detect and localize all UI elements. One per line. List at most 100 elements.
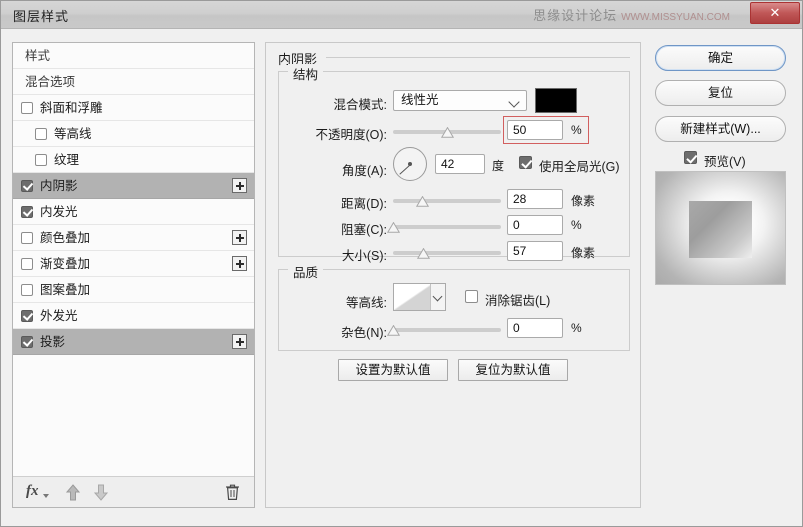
watermark-text: 思缘设计论坛 xyxy=(533,8,618,23)
style-list-item-label: 混合选项 xyxy=(25,75,76,89)
distance-input[interactable]: 28 xyxy=(507,189,563,209)
reset-button[interactable]: 复位 xyxy=(655,80,786,106)
styles-panel: 样式 混合选项 斜面和浮雕 等高线 纹理 内阴影 内发光 颜色叠加 渐变叠加 图案叠加 外发光 投影 … xyxy=(12,42,255,508)
shadow-color-swatch[interactable] xyxy=(535,88,577,113)
blend-mode-select[interactable]: 线性光 xyxy=(393,90,527,111)
angle-input[interactable]: 42 xyxy=(435,154,485,174)
close-icon[interactable]: ✕ xyxy=(750,2,800,24)
add-effect-icon[interactable] xyxy=(232,256,247,271)
style-enable-checkbox[interactable] xyxy=(35,154,47,166)
style-list-item-label: 图案叠加 xyxy=(40,283,91,297)
choke-label: 阻塞(C): xyxy=(341,223,387,237)
style-list-item-label: 等高线 xyxy=(54,127,92,141)
style-list-item[interactable]: 投影 xyxy=(13,329,254,355)
choke-slider-thumb[interactable] xyxy=(386,221,401,233)
ok-button[interactable]: 确定 xyxy=(655,45,786,71)
style-list-item[interactable]: 斜面和浮雕 xyxy=(13,95,254,121)
style-enable-checkbox[interactable] xyxy=(21,258,33,270)
opacity-input[interactable]: 50 xyxy=(507,120,563,140)
size-slider-thumb[interactable] xyxy=(417,247,431,259)
preview-square xyxy=(689,201,752,258)
style-enable-checkbox[interactable] xyxy=(35,128,47,140)
contour-dropdown-arrow[interactable] xyxy=(430,284,445,310)
style-enable-checkbox[interactable] xyxy=(21,310,33,322)
add-effect-icon[interactable] xyxy=(232,178,247,193)
style-list-item-label: 斜面和浮雕 xyxy=(40,101,103,115)
preview-checkbox[interactable] xyxy=(684,151,697,164)
opacity-slider[interactable] xyxy=(393,125,501,139)
noise-input[interactable]: 0 xyxy=(507,318,563,338)
styles-list[interactable]: 样式混合选项斜面和浮雕等高线纹理 内阴影内发光颜色叠加渐变叠加图案叠加外发光投影 xyxy=(13,43,254,476)
style-list-item[interactable]: 图案叠加 xyxy=(13,277,254,303)
style-enable-checkbox[interactable] xyxy=(21,336,33,348)
watermark-url: WWW.MISSYUAN.COM xyxy=(621,12,730,23)
add-effect-icon[interactable] xyxy=(232,334,247,349)
anti-alias-checkbox[interactable] xyxy=(465,290,478,303)
size-input[interactable]: 57 xyxy=(507,241,563,261)
angle-label: 角度(A): xyxy=(341,164,387,178)
distance-label: 距离(D): xyxy=(341,197,387,211)
layer-style-dialog: 图层样式 思缘设计论坛 WWW.MISSYUAN.COM ✕ 样式混合选项斜面和浮… xyxy=(0,0,803,527)
watermark: 思缘设计论坛 WWW.MISSYUAN.COM xyxy=(533,5,730,24)
page-title: 图层样式 xyxy=(13,9,70,24)
style-list-item-label: 样式 xyxy=(25,49,51,63)
angle-dial[interactable] xyxy=(393,147,427,181)
add-effect-icon[interactable] xyxy=(232,230,247,245)
choke-slider-track xyxy=(393,225,501,229)
angle-unit: 度 xyxy=(492,159,505,173)
size-slider-track xyxy=(393,251,501,255)
style-list-item[interactable]: 等高线 xyxy=(13,121,254,147)
blend-mode-value: 线性光 xyxy=(401,93,439,107)
opacity-slider-thumb[interactable] xyxy=(440,126,455,138)
size-slider[interactable] xyxy=(393,246,501,260)
move-down-icon[interactable] xyxy=(93,484,109,501)
distance-slider[interactable] xyxy=(393,194,501,208)
style-list-item[interactable]: 渐变叠加 xyxy=(13,251,254,277)
choke-slider[interactable] xyxy=(386,220,501,234)
style-list-item[interactable]: 纹理 xyxy=(13,147,254,173)
move-up-icon[interactable] xyxy=(65,484,81,501)
set-default-button[interactable]: 设置为默认值 xyxy=(338,359,448,381)
global-light-checkbox[interactable] xyxy=(519,156,532,169)
delete-icon[interactable] xyxy=(225,483,240,501)
style-enable-checkbox[interactable] xyxy=(21,232,33,244)
noise-slider-thumb[interactable] xyxy=(386,324,401,336)
style-list-item[interactable]: 样式 xyxy=(13,43,254,69)
style-list-item-label: 渐变叠加 xyxy=(40,257,91,271)
blend-mode-label: 混合模式: xyxy=(333,98,387,112)
panel-title-rule xyxy=(326,57,630,58)
style-enable-checkbox[interactable] xyxy=(21,284,33,296)
fx-caret-icon[interactable] xyxy=(43,494,49,498)
quality-group: 品质 等高线: 消除锯齿(L) 杂色(N): 0 % xyxy=(278,262,630,351)
style-enable-checkbox[interactable] xyxy=(21,180,33,192)
style-list-item[interactable]: 内阴影 xyxy=(13,173,254,199)
distance-slider-track xyxy=(393,199,501,203)
style-list-item[interactable]: 混合选项 xyxy=(13,69,254,95)
reset-default-button[interactable]: 复位为默认值 xyxy=(458,359,568,381)
distance-slider-thumb[interactable] xyxy=(416,195,430,207)
choke-input[interactable]: 0 xyxy=(507,215,563,235)
style-preview xyxy=(655,171,786,285)
style-list-item-label: 颜色叠加 xyxy=(40,231,91,245)
style-list-item-label: 投影 xyxy=(40,335,66,349)
structure-group: 结构 混合模式: 线性光 不透明度(O): 50 % 角度(A): 42 度 使… xyxy=(278,64,630,263)
contour-picker[interactable] xyxy=(393,283,446,311)
opacity-unit: % xyxy=(571,123,582,137)
style-list-item-label: 内发光 xyxy=(40,205,78,219)
style-list-item[interactable]: 颜色叠加 xyxy=(13,225,254,251)
styles-toolbar: fx xyxy=(13,476,254,507)
style-list-item[interactable]: 外发光 xyxy=(13,303,254,329)
style-enable-checkbox[interactable] xyxy=(21,206,33,218)
style-enable-checkbox[interactable] xyxy=(21,102,33,114)
quality-group-label: 品质 xyxy=(288,262,324,281)
noise-slider-track xyxy=(393,328,501,332)
choke-unit: % xyxy=(571,218,582,232)
title-bar: 图层样式 思缘设计论坛 WWW.MISSYUAN.COM ✕ xyxy=(1,1,802,29)
style-list-item[interactable]: 内发光 xyxy=(13,199,254,225)
fx-icon[interactable]: fx xyxy=(26,483,39,500)
contour-thumbnail xyxy=(394,284,432,310)
new-style-button[interactable]: 新建样式(W)... xyxy=(655,116,786,142)
preview-label: 预览(V) xyxy=(704,155,746,169)
structure-group-label: 结构 xyxy=(288,64,324,83)
noise-slider[interactable] xyxy=(386,323,501,337)
